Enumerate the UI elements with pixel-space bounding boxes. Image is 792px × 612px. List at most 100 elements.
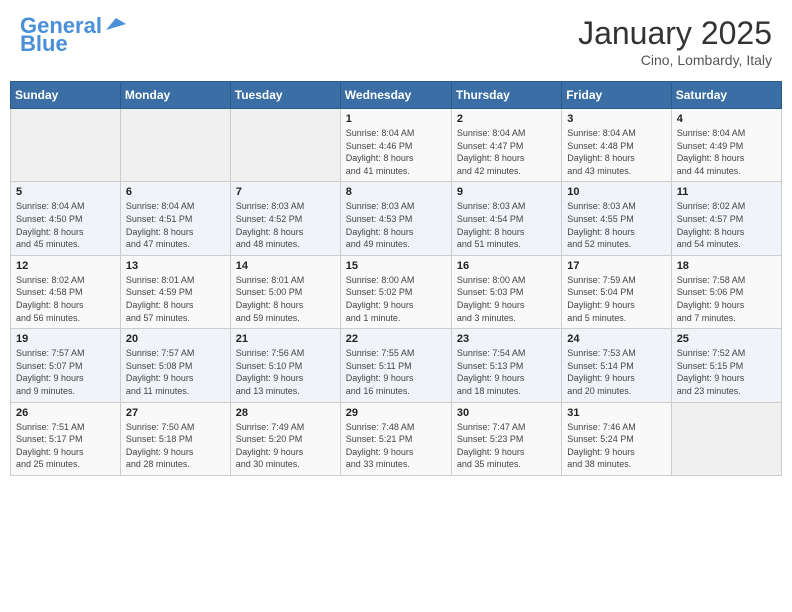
week-row-2: 5 Sunrise: 8:04 AM Sunset: 4:50 PM Daylig… <box>11 182 782 255</box>
day-info: Sunrise: 8:04 AM Sunset: 4:50 PM Dayligh… <box>16 200 115 250</box>
calendar-cell: 10Sunrise: 8:03 AM Sunset: 4:55 PM Dayli… <box>562 182 671 255</box>
weekday-header-tuesday: Tuesday <box>230 82 340 109</box>
calendar-cell: 1 Sunrise: 8:04 AM Sunset: 4:46 PM Daylig… <box>340 109 451 182</box>
day-number: 25 <box>677 333 776 345</box>
calendar-cell: 13 Sunrise: 8:01 AM Sunset: 4:59 PM Dayli… <box>120 255 230 328</box>
calendar-cell: 9 Sunrise: 8:03 AM Sunset: 4:54 PM Daylig… <box>451 182 561 255</box>
calendar-cell: 12 Sunrise: 8:02 AM Sunset: 4:58 PM Dayli… <box>11 255 121 328</box>
day-number: 21 <box>236 333 335 345</box>
calendar-cell: 26 Sunrise: 7:51 AM Sunset: 5:17 PM Dayli… <box>11 402 121 475</box>
calendar-cell: 18 Sunrise: 7:58 AM Sunset: 5:06 PM Dayli… <box>671 255 781 328</box>
day-number: 6 <box>126 186 225 198</box>
calendar-cell: 28Sunrise: 7:49 AM Sunset: 5:20 PM Dayli… <box>230 402 340 475</box>
day-info: Sunrise: 7:54 AM Sunset: 5:13 PM Dayligh… <box>457 347 556 397</box>
calendar-cell: 3Sunrise: 8:04 AM Sunset: 4:48 PM Daylig… <box>562 109 671 182</box>
day-number: 13 <box>126 260 225 272</box>
weekday-header-row: SundayMondayTuesdayWednesdayThursdayFrid… <box>11 82 782 109</box>
day-number: 1 <box>346 113 446 125</box>
weekday-header-sunday: Sunday <box>11 82 121 109</box>
day-info: Sunrise: 8:01 AM Sunset: 5:00 PM Dayligh… <box>236 274 335 324</box>
day-number: 23 <box>457 333 556 345</box>
day-info: Sunrise: 7:51 AM Sunset: 5:17 PM Dayligh… <box>16 421 115 471</box>
day-number: 17 <box>567 260 665 272</box>
day-info: Sunrise: 8:04 AM Sunset: 4:47 PM Dayligh… <box>457 127 556 177</box>
day-info: Sunrise: 7:50 AM Sunset: 5:18 PM Dayligh… <box>126 421 225 471</box>
day-number: 10 <box>567 186 665 198</box>
weekday-header-friday: Friday <box>562 82 671 109</box>
day-info: Sunrise: 7:57 AM Sunset: 5:07 PM Dayligh… <box>16 347 115 397</box>
calendar-cell: 23 Sunrise: 7:54 AM Sunset: 5:13 PM Dayli… <box>451 329 561 402</box>
day-number: 5 <box>16 186 115 198</box>
day-number: 8 <box>346 186 446 198</box>
day-info: Sunrise: 7:58 AM Sunset: 5:06 PM Dayligh… <box>677 274 776 324</box>
calendar-cell: 31Sunrise: 7:46 AM Sunset: 5:24 PM Dayli… <box>562 402 671 475</box>
location: Cino, Lombardy, Italy <box>578 52 772 68</box>
week-row-3: 12 Sunrise: 8:02 AM Sunset: 4:58 PM Dayli… <box>11 255 782 328</box>
calendar-cell <box>120 109 230 182</box>
calendar-cell: 15 Sunrise: 8:00 AM Sunset: 5:02 PM Dayli… <box>340 255 451 328</box>
weekday-header-monday: Monday <box>120 82 230 109</box>
day-number: 27 <box>126 407 225 419</box>
day-info: Sunrise: 7:47 AM Sunset: 5:23 PM Dayligh… <box>457 421 556 471</box>
calendar-cell <box>671 402 781 475</box>
calendar-cell: 2 Sunrise: 8:04 AM Sunset: 4:47 PM Daylig… <box>451 109 561 182</box>
day-number: 26 <box>16 407 115 419</box>
day-number: 16 <box>457 260 556 272</box>
day-info: Sunrise: 7:48 AM Sunset: 5:21 PM Dayligh… <box>346 421 446 471</box>
day-info: Sunrise: 7:56 AM Sunset: 5:10 PM Dayligh… <box>236 347 335 397</box>
weekday-header-wednesday: Wednesday <box>340 82 451 109</box>
weekday-header-saturday: Saturday <box>671 82 781 109</box>
day-number: 20 <box>126 333 225 345</box>
day-info: Sunrise: 7:53 AM Sunset: 5:14 PM Dayligh… <box>567 347 665 397</box>
calendar-cell: 8Sunrise: 8:03 AM Sunset: 4:53 PM Daylig… <box>340 182 451 255</box>
calendar-cell: 27 Sunrise: 7:50 AM Sunset: 5:18 PM Dayli… <box>120 402 230 475</box>
day-info: Sunrise: 8:02 AM Sunset: 4:57 PM Dayligh… <box>677 200 776 250</box>
day-number: 22 <box>346 333 446 345</box>
day-number: 29 <box>346 407 446 419</box>
week-row-5: 26 Sunrise: 7:51 AM Sunset: 5:17 PM Dayli… <box>11 402 782 475</box>
week-row-1: 1 Sunrise: 8:04 AM Sunset: 4:46 PM Daylig… <box>11 109 782 182</box>
calendar-cell: 22Sunrise: 7:55 AM Sunset: 5:11 PM Dayli… <box>340 329 451 402</box>
day-number: 15 <box>346 260 446 272</box>
day-info: Sunrise: 8:01 AM Sunset: 4:59 PM Dayligh… <box>126 274 225 324</box>
calendar-cell: 5 Sunrise: 8:04 AM Sunset: 4:50 PM Daylig… <box>11 182 121 255</box>
day-info: Sunrise: 8:00 AM Sunset: 5:02 PM Dayligh… <box>346 274 446 324</box>
weekday-header-thursday: Thursday <box>451 82 561 109</box>
calendar-cell: 16Sunrise: 8:00 AM Sunset: 5:03 PM Dayli… <box>451 255 561 328</box>
day-number: 24 <box>567 333 665 345</box>
calendar-cell: 25 Sunrise: 7:52 AM Sunset: 5:15 PM Dayli… <box>671 329 781 402</box>
day-number: 30 <box>457 407 556 419</box>
calendar-cell <box>11 109 121 182</box>
day-number: 7 <box>236 186 335 198</box>
logo-blue: Blue <box>20 33 68 55</box>
day-number: 31 <box>567 407 665 419</box>
day-info: Sunrise: 7:49 AM Sunset: 5:20 PM Dayligh… <box>236 421 335 471</box>
day-info: Sunrise: 8:03 AM Sunset: 4:54 PM Dayligh… <box>457 200 556 250</box>
day-info: Sunrise: 7:59 AM Sunset: 5:04 PM Dayligh… <box>567 274 665 324</box>
calendar-cell: 20Sunrise: 7:57 AM Sunset: 5:08 PM Dayli… <box>120 329 230 402</box>
calendar-cell: 7 Sunrise: 8:03 AM Sunset: 4:52 PM Daylig… <box>230 182 340 255</box>
logo: General Blue <box>20 15 126 55</box>
calendar-cell: 19Sunrise: 7:57 AM Sunset: 5:07 PM Dayli… <box>11 329 121 402</box>
day-info: Sunrise: 7:52 AM Sunset: 5:15 PM Dayligh… <box>677 347 776 397</box>
day-number: 11 <box>677 186 776 198</box>
day-number: 18 <box>677 260 776 272</box>
day-info: Sunrise: 8:04 AM Sunset: 4:46 PM Dayligh… <box>346 127 446 177</box>
day-info: Sunrise: 8:02 AM Sunset: 4:58 PM Dayligh… <box>16 274 115 324</box>
calendar-table: SundayMondayTuesdayWednesdayThursdayFrid… <box>10 81 782 476</box>
calendar-cell: 4Sunrise: 8:04 AM Sunset: 4:49 PM Daylig… <box>671 109 781 182</box>
day-number: 12 <box>16 260 115 272</box>
calendar-cell: 24 Sunrise: 7:53 AM Sunset: 5:14 PM Dayli… <box>562 329 671 402</box>
day-info: Sunrise: 8:04 AM Sunset: 4:51 PM Dayligh… <box>126 200 225 250</box>
day-number: 2 <box>457 113 556 125</box>
calendar-cell: 29 Sunrise: 7:48 AM Sunset: 5:21 PM Dayli… <box>340 402 451 475</box>
day-number: 9 <box>457 186 556 198</box>
calendar-cell <box>230 109 340 182</box>
calendar-cell: 11 Sunrise: 8:02 AM Sunset: 4:57 PM Dayli… <box>671 182 781 255</box>
day-info: Sunrise: 8:03 AM Sunset: 4:52 PM Dayligh… <box>236 200 335 250</box>
calendar-cell: 21 Sunrise: 7:56 AM Sunset: 5:10 PM Dayli… <box>230 329 340 402</box>
page-header: General Blue January 2025 Cino, Lombardy… <box>10 10 782 73</box>
day-number: 3 <box>567 113 665 125</box>
calendar-cell: 17 Sunrise: 7:59 AM Sunset: 5:04 PM Dayli… <box>562 255 671 328</box>
title-block: January 2025 Cino, Lombardy, Italy <box>578 15 772 68</box>
